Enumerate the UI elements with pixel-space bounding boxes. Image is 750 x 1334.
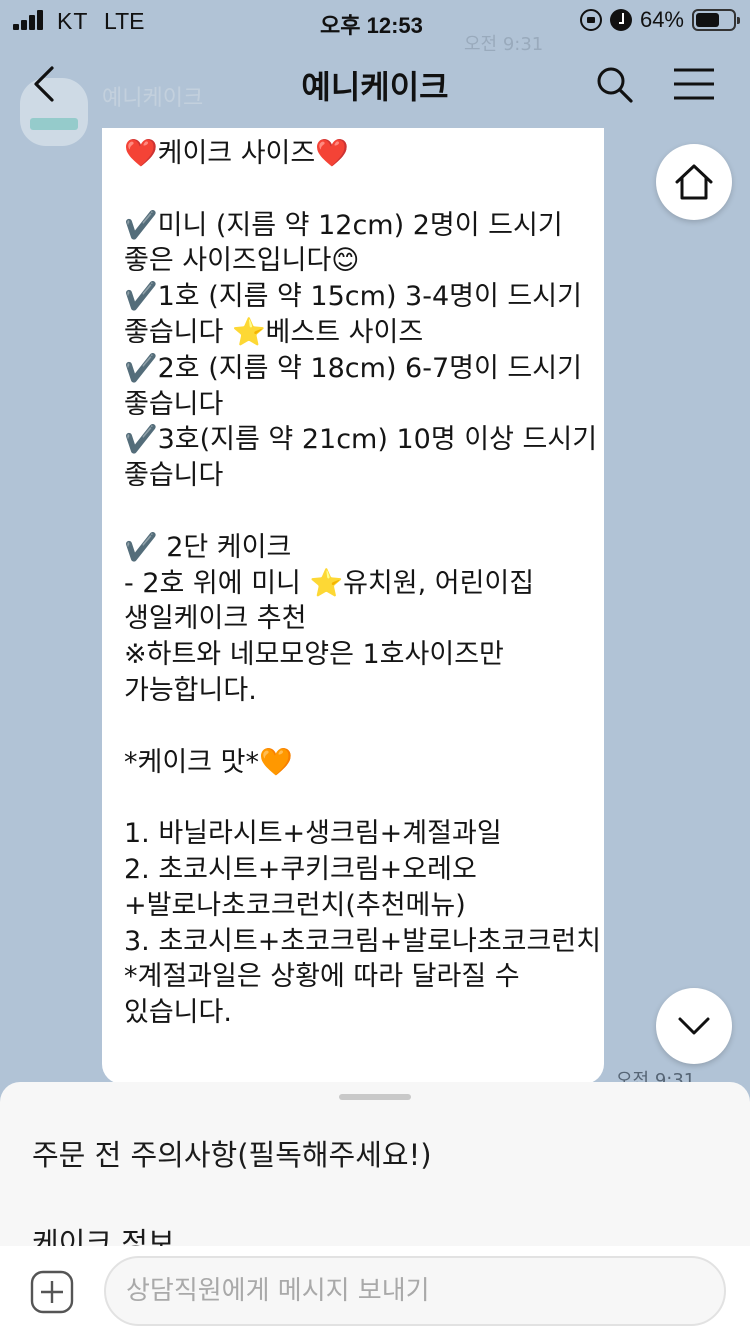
battery-percent: 64% [639, 7, 684, 32]
chat-title: 예니케이크 [301, 68, 449, 106]
chevron-down-icon [678, 1017, 710, 1035]
alarm-icon [609, 9, 632, 31]
sheet-item-order-notice[interactable]: 주문 전 주의사항(필독해주세요!) [32, 1132, 432, 1174]
status-bar: KT LTE 오후 12:53 64% [0, 0, 750, 40]
battery-level-fill [696, 13, 720, 27]
menu-icon[interactable] [672, 66, 716, 102]
home-icon [675, 164, 713, 200]
status-time: 오후 12:53 [320, 13, 423, 38]
sheet-drag-handle[interactable] [339, 1094, 411, 1100]
message-text: ❤️케이크 사이즈❤️ ✔️미니 (지름 약 12cm) 2명이 드시기 좋은 … [124, 138, 602, 1029]
rotation-lock-icon [579, 9, 602, 31]
carrier-name: KT [57, 8, 89, 34]
network-type: LTE [104, 8, 145, 34]
plus-icon[interactable] [30, 1270, 74, 1314]
message-input[interactable] [104, 1256, 726, 1326]
quick-menu-sheet: 주문 전 주의사항(필독해주세요!) 케이크 정보 [0, 1082, 750, 1260]
message-input-bar [0, 1246, 750, 1334]
scroll-down-button[interactable] [656, 988, 732, 1064]
search-icon[interactable] [594, 64, 634, 104]
home-button[interactable] [656, 144, 732, 220]
chat-header: 예니케이크 [0, 40, 750, 128]
status-indicators: 64% [579, 7, 740, 33]
signal-strength-icon [13, 10, 49, 30]
message-bubble: ❤️케이크 사이즈❤️ ✔️미니 (지름 약 12cm) 2명이 드시기 좋은 … [102, 128, 604, 1084]
battery-icon [692, 9, 740, 31]
